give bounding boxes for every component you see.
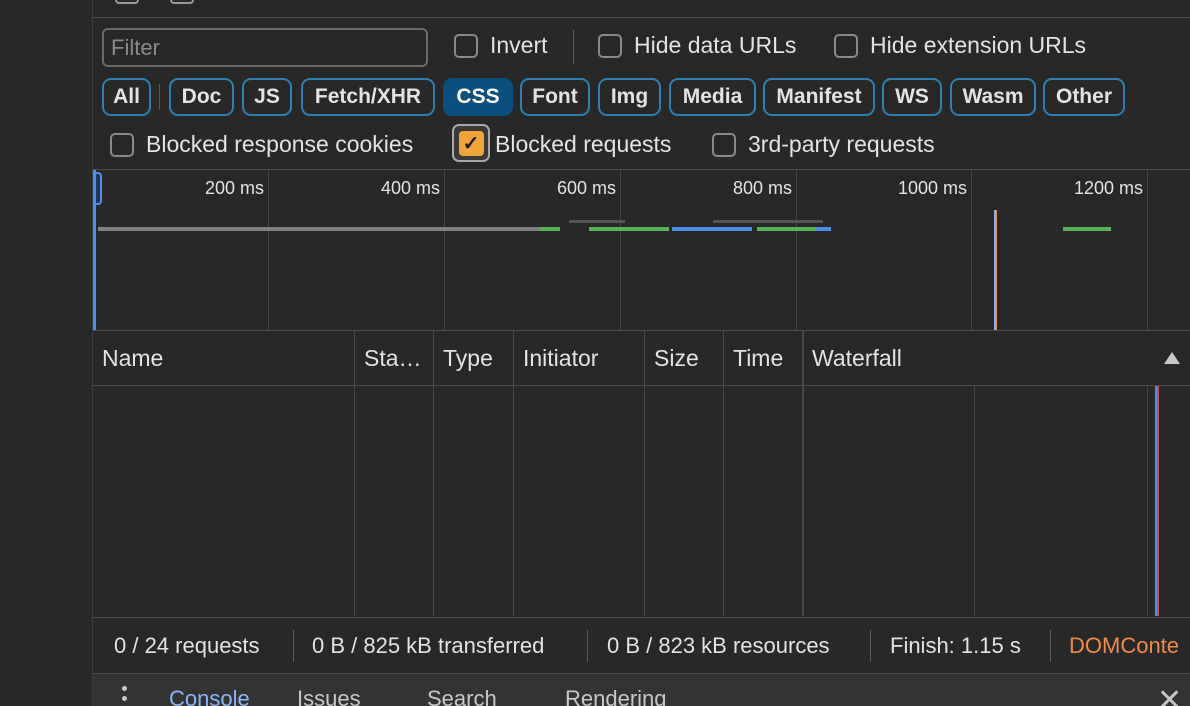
hide-extension-urls-label: Hide extension URLs xyxy=(870,32,1087,58)
column-divider[interactable] xyxy=(644,331,645,616)
tab-search[interactable]: Search xyxy=(427,686,497,706)
overview-tick-label: 800 ms xyxy=(732,178,792,198)
status-bar: 0 / 24 requests 0 B / 825 kB transferred… xyxy=(93,617,1190,673)
tab-rendering[interactable]: Rendering xyxy=(565,686,667,706)
blocked-requests-checkbox[interactable]: ✓ xyxy=(452,124,490,162)
filter-chip-media[interactable]: Media xyxy=(669,78,756,116)
third-party-requests-label: 3rd-party requests xyxy=(748,131,935,157)
column-header-initiator[interactable]: Initiator xyxy=(514,331,644,386)
divider xyxy=(293,630,294,662)
filter-input[interactable] xyxy=(102,28,428,67)
overview-bar xyxy=(98,227,540,231)
overview-bar xyxy=(815,227,831,231)
filter-chip-manifest[interactable]: Manifest xyxy=(763,78,875,116)
column-header-size[interactable]: Size xyxy=(645,331,723,386)
invert-checkbox[interactable]: Invert xyxy=(454,32,548,59)
blocked-requests-label: Blocked requests xyxy=(495,131,672,157)
overview-bar xyxy=(757,227,815,231)
overview-tick-label: 600 ms xyxy=(556,178,616,198)
overview-left-marker xyxy=(93,170,96,330)
overview-bar xyxy=(713,220,823,223)
overview-bar xyxy=(589,227,669,231)
overview-tick-label: 1200 ms xyxy=(1073,178,1143,198)
column-header-status[interactable]: Sta… xyxy=(355,331,433,386)
toolbar-checkbox-icon[interactable] xyxy=(170,0,194,4)
overview-bar xyxy=(569,220,625,223)
transferred-size: 0 B / 825 kB transferred xyxy=(312,633,545,658)
checkbox-icon[interactable] xyxy=(712,132,736,157)
divider xyxy=(573,30,574,64)
filter-chip-wasm[interactable]: Wasm xyxy=(950,78,1036,116)
checkbox-icon[interactable] xyxy=(110,132,134,157)
sort-ascending-icon[interactable] xyxy=(1164,352,1180,364)
overview-gridline xyxy=(444,170,445,330)
close-icon[interactable]: ✕ xyxy=(1157,686,1182,706)
checkmark-icon: ✓ xyxy=(458,130,484,156)
more-options-icon[interactable] xyxy=(122,686,128,706)
toolbar-strip xyxy=(93,0,1190,18)
drawer-tabbar: Console Issues Search Rendering ✕ xyxy=(93,673,1190,706)
filter-chip-all[interactable]: All xyxy=(102,78,151,116)
blocked-response-cookies-checkbox[interactable]: Blocked response cookies xyxy=(110,131,413,158)
overview-bar xyxy=(540,227,560,231)
overview-tick-label: 400 ms xyxy=(380,178,440,198)
column-header-waterfall[interactable]: Waterfall xyxy=(803,331,1103,386)
overview-tick-label: 200 ms xyxy=(204,178,264,198)
filter-chip-img[interactable]: Img xyxy=(598,78,661,116)
column-divider[interactable] xyxy=(354,331,355,616)
checkbox-icon[interactable] xyxy=(598,33,622,58)
divider xyxy=(1050,630,1051,662)
filter-chip-css[interactable]: CSS xyxy=(443,78,513,116)
overview-gridline xyxy=(268,170,269,330)
overview-bar xyxy=(1063,227,1111,231)
overview-gridline xyxy=(1147,170,1148,330)
tab-issues[interactable]: Issues xyxy=(297,686,361,706)
filter-chip-other[interactable]: Other xyxy=(1043,78,1125,116)
dom-content-loaded: DOMConte xyxy=(1069,633,1180,658)
waterfall-gridline xyxy=(1147,386,1148,616)
network-panel: Invert Hide data URLs Hide extension URL… xyxy=(93,0,1190,706)
checkbox-icon[interactable] xyxy=(834,33,858,58)
hide-extension-urls-checkbox[interactable]: Hide extension URLs xyxy=(834,32,1086,59)
column-divider[interactable] xyxy=(433,331,434,616)
checkbox-icon[interactable] xyxy=(454,33,478,58)
waterfall-dcl-line xyxy=(1157,386,1159,616)
column-divider[interactable] xyxy=(513,331,514,616)
divider xyxy=(870,630,871,662)
tab-console[interactable]: Console xyxy=(169,686,250,706)
filter-chip-js[interactable]: JS xyxy=(242,78,292,116)
invert-label: Invert xyxy=(490,32,548,58)
blocked-response-cookies-label: Blocked response cookies xyxy=(146,131,414,157)
overview-tick-label: 1000 ms xyxy=(897,178,967,198)
column-header-time[interactable]: Time xyxy=(724,331,802,386)
column-divider[interactable] xyxy=(802,331,804,616)
overview-timeline[interactable]: 200 ms 400 ms 600 ms 800 ms 1000 ms 1200… xyxy=(93,170,1190,330)
waterfall-gridline xyxy=(974,386,975,616)
requests-table-header: Name Sta… Type Initiator Size Time Water… xyxy=(93,331,1190,386)
toolbar-checkbox-icon[interactable] xyxy=(115,0,139,4)
overview-gridline xyxy=(796,170,797,330)
divider xyxy=(587,630,588,662)
filter-chip-fetch-xhr[interactable]: Fetch/XHR xyxy=(301,78,435,116)
filter-chip-doc[interactable]: Doc xyxy=(169,78,234,116)
column-header-name[interactable]: Name xyxy=(93,331,354,386)
requests-count: 0 / 24 requests xyxy=(114,633,260,658)
column-divider[interactable] xyxy=(723,331,724,616)
left-gutter xyxy=(0,0,93,706)
hide-data-urls-checkbox[interactable]: Hide data URLs xyxy=(598,32,796,59)
column-header-type[interactable]: Type xyxy=(434,331,513,386)
filter-chip-ws[interactable]: WS xyxy=(882,78,942,116)
divider xyxy=(159,84,160,110)
overview-gridline xyxy=(971,170,972,330)
finish-time: Finish: 1.15 s xyxy=(890,633,1021,658)
filter-chip-font[interactable]: Font xyxy=(520,78,590,116)
overview-dcl-marker xyxy=(996,210,997,330)
resources-size: 0 B / 823 kB resources xyxy=(607,633,830,658)
hide-data-urls-label: Hide data URLs xyxy=(634,32,797,58)
overview-bar xyxy=(672,227,752,231)
third-party-requests-checkbox[interactable]: 3rd-party requests xyxy=(712,131,935,158)
overview-gridline xyxy=(620,170,621,330)
